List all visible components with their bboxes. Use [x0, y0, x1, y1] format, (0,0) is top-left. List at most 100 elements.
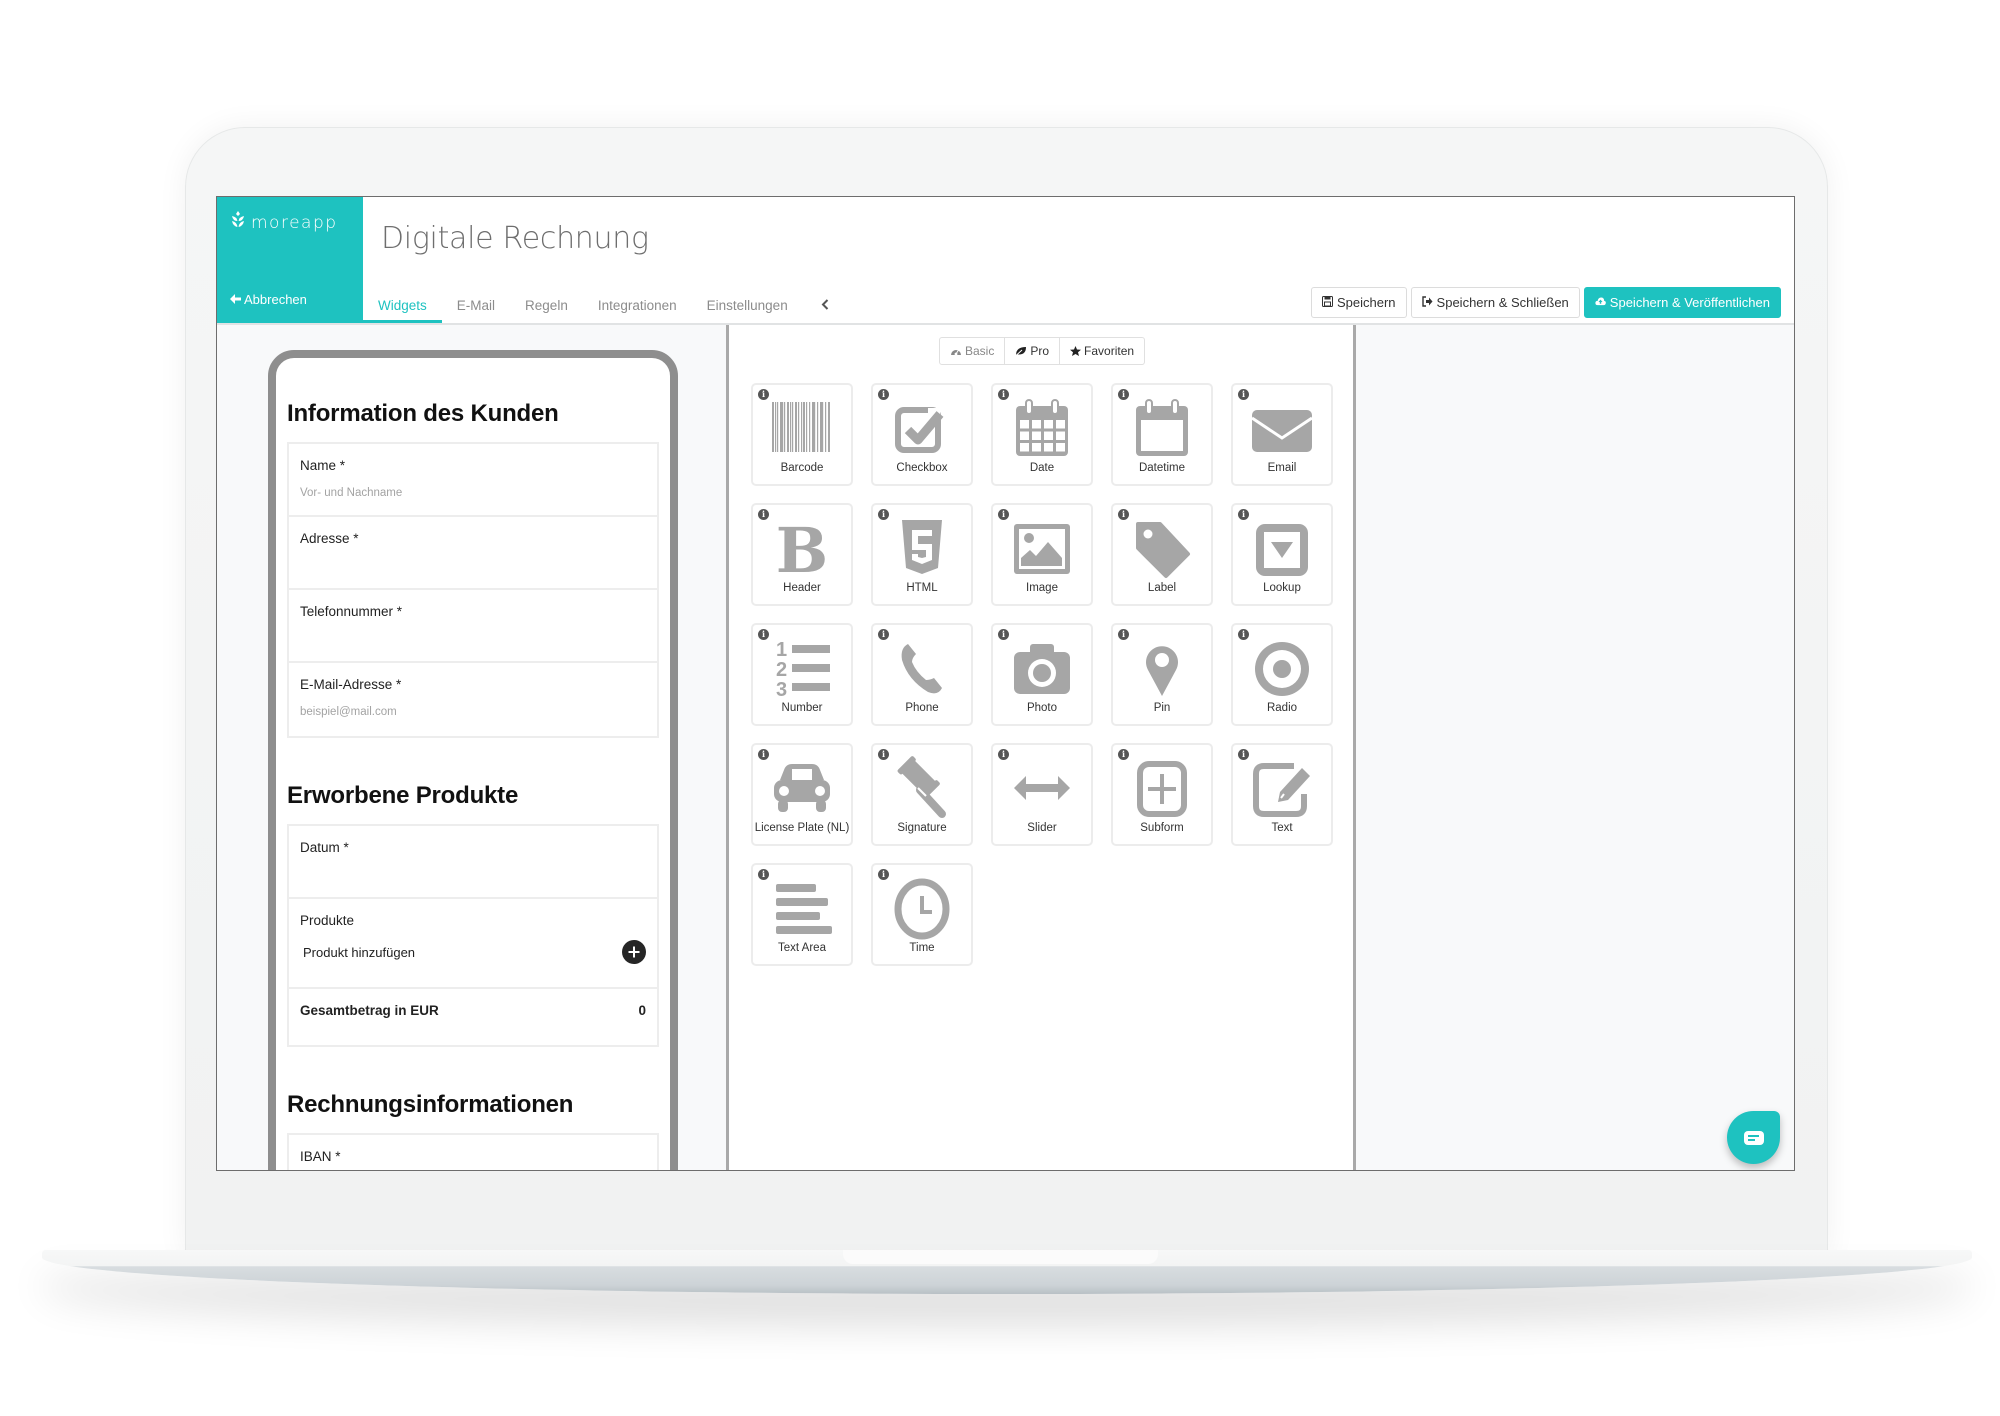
info-icon[interactable]: i: [1238, 749, 1249, 760]
field-label: Produkte: [300, 913, 355, 928]
info-icon[interactable]: i: [878, 869, 889, 880]
info-icon[interactable]: i: [878, 509, 889, 520]
form-field-total: Gesamtbetrag in EUR 0: [289, 989, 657, 1045]
widget-tile-photo[interactable]: i Photo: [991, 623, 1093, 726]
info-icon[interactable]: i: [1118, 389, 1129, 400]
info-icon[interactable]: i: [1238, 629, 1249, 640]
widget-tile-text-area[interactable]: i Text Area: [751, 863, 853, 966]
widget-tile-text[interactable]: i Text: [1231, 743, 1333, 846]
widget-tile-datetime[interactable]: i Datetime: [1111, 383, 1213, 486]
info-icon[interactable]: i: [758, 869, 769, 880]
form-field-name[interactable]: Name * Vor- und Nachname: [289, 444, 657, 517]
double-arrow-icon: [1007, 755, 1077, 821]
cancel-button[interactable]: Abbrechen: [230, 292, 307, 307]
sign-out-icon: [1421, 295, 1433, 310]
field-label: Datum *: [300, 840, 349, 855]
info-icon[interactable]: i: [1238, 509, 1249, 520]
info-icon[interactable]: i: [1118, 749, 1129, 760]
tab-email[interactable]: E-Mail: [442, 289, 510, 323]
info-icon[interactable]: i: [1238, 389, 1249, 400]
logo[interactable]: moreapp: [231, 211, 338, 234]
car-icon: [767, 755, 837, 821]
widget-tile-barcode[interactable]: i Barcode: [751, 383, 853, 486]
widget-grid: i Barcode i Checkbox i Date i Datetime i Email i B H…: [751, 383, 1333, 966]
chat-button[interactable]: [1727, 1111, 1780, 1164]
form-field-address[interactable]: Adresse *: [289, 517, 657, 590]
tag-icon: [1127, 515, 1197, 581]
widget-tile-email[interactable]: i Email: [1231, 383, 1333, 486]
widget-tile-lookup[interactable]: i Lookup: [1231, 503, 1333, 606]
widget-label: Number: [781, 702, 823, 714]
widget-tile-time[interactable]: i Time: [871, 863, 973, 966]
plus-icon: [628, 946, 640, 958]
info-icon[interactable]: i: [998, 389, 1009, 400]
field-group: Name * Vor- und Nachname Adresse * Telef…: [287, 442, 659, 738]
widget-tile-number[interactable]: i 1 2 3 Number: [751, 623, 853, 726]
info-icon[interactable]: i: [758, 629, 769, 640]
info-icon[interactable]: i: [758, 509, 769, 520]
widget-label: Label: [1147, 582, 1177, 594]
leaf-icon: [1016, 347, 1027, 356]
form-field-email[interactable]: E-Mail-Adresse * beispiel@mail.com: [289, 663, 657, 736]
calendar-grid-icon: [1007, 395, 1077, 461]
form-field-products: Produkte Produkt hinzufügen: [289, 899, 657, 989]
section-title: Erworbene Produkte: [287, 782, 519, 809]
filter-basic[interactable]: Basic: [940, 338, 1006, 364]
phone-frame: Information des Kunden Name * Vor- und N…: [268, 350, 678, 1170]
add-product-row[interactable]: Produkt hinzufügen: [300, 940, 646, 964]
field-label: Name *: [300, 458, 346, 473]
filter-pro[interactable]: Pro: [1005, 338, 1061, 364]
field-label: Telefonnummer *: [300, 604, 403, 619]
widget-tile-date[interactable]: i Date: [991, 383, 1093, 486]
chat-icon: [1743, 1130, 1764, 1145]
tab-widgets[interactable]: Widgets: [363, 289, 442, 323]
barcode-icon: [767, 395, 837, 461]
tab-integrations[interactable]: Integrationen: [583, 289, 692, 323]
info-icon[interactable]: i: [998, 749, 1009, 760]
form-field-iban[interactable]: IBAN *: [289, 1135, 657, 1170]
info-icon[interactable]: i: [1118, 629, 1129, 640]
info-icon[interactable]: i: [878, 389, 889, 400]
widget-tile-html[interactable]: i HTML: [871, 503, 973, 606]
dropdown-box-icon: [1247, 515, 1317, 581]
widget-label: Checkbox: [896, 462, 948, 474]
field-label: Gesamtbetrag in EUR: [300, 1003, 439, 1018]
svg-text:B: B: [776, 516, 828, 580]
widget-tile-checkbox[interactable]: i Checkbox: [871, 383, 973, 486]
widget-tile-radio[interactable]: i Radio: [1231, 623, 1333, 726]
widget-tile-signature[interactable]: i Signature: [871, 743, 973, 846]
filter-favorites[interactable]: Favoriten: [1060, 338, 1144, 364]
svg-text:2: 2: [776, 659, 787, 681]
email-input[interactable]: beispiel@mail.com: [300, 706, 646, 718]
widget-tile-image[interactable]: i Image: [991, 503, 1093, 606]
info-icon[interactable]: i: [998, 629, 1009, 640]
name-input[interactable]: Vor- und Nachname: [300, 487, 646, 499]
collapse-tabs-button[interactable]: [803, 289, 847, 323]
tab-rules[interactable]: Regeln: [510, 289, 583, 323]
info-icon[interactable]: i: [878, 629, 889, 640]
info-icon[interactable]: i: [758, 749, 769, 760]
save-publish-button[interactable]: Speichern & Veröffentlichen: [1583, 287, 1781, 318]
html5-icon: [887, 515, 957, 581]
info-icon[interactable]: i: [998, 509, 1009, 520]
tab-settings[interactable]: Einstellungen: [692, 289, 803, 323]
widget-tile-subform[interactable]: i Subform: [1111, 743, 1213, 846]
widget-tile-license-plate-nl[interactable]: i License Plate (NL): [751, 743, 853, 846]
form-field-phone[interactable]: Telefonnummer *: [289, 590, 657, 663]
widget-tile-pin[interactable]: i Pin: [1111, 623, 1213, 726]
widget-label: Slider: [1027, 822, 1057, 834]
save-button[interactable]: Speichern: [1311, 287, 1407, 318]
save-close-button[interactable]: Speichern & Schließen: [1410, 287, 1580, 318]
widget-tile-label[interactable]: i Label: [1111, 503, 1213, 606]
info-icon[interactable]: i: [758, 389, 769, 400]
widget-label: Date: [1029, 462, 1055, 474]
filter-label: Favoriten: [1084, 344, 1135, 358]
widget-tile-phone[interactable]: i Phone: [871, 623, 973, 726]
widget-tile-header[interactable]: i B Header: [751, 503, 853, 606]
info-icon[interactable]: i: [1118, 509, 1129, 520]
add-product-button[interactable]: [622, 940, 646, 964]
widget-tile-slider[interactable]: i Slider: [991, 743, 1093, 846]
form-field-date[interactable]: Datum *: [289, 826, 657, 899]
info-icon[interactable]: i: [878, 749, 889, 760]
checkbox-icon: [887, 395, 957, 461]
